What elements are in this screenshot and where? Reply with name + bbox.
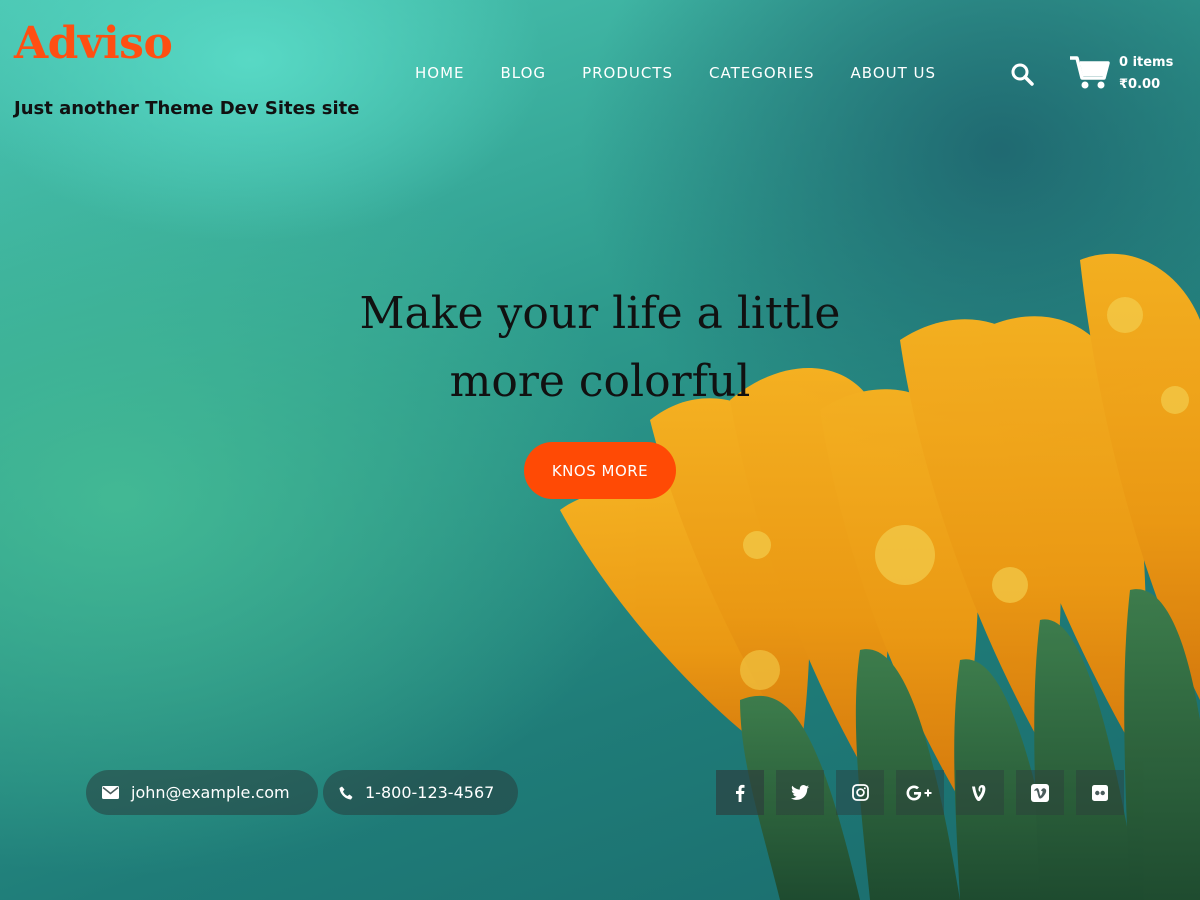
main-navigation: HOME BLOG PRODUCTS CATEGORIES ABOUT US — [415, 64, 972, 82]
search-button[interactable] — [1010, 62, 1034, 86]
google-plus-icon — [906, 785, 932, 800]
phone-icon — [339, 786, 353, 799]
search-icon — [1011, 63, 1034, 86]
instagram-icon — [851, 784, 869, 801]
email-text: john@example.com — [131, 783, 290, 802]
cart-count: 0 items — [1119, 55, 1174, 70]
email-contact[interactable]: john@example.com — [86, 770, 318, 815]
nav-item-home[interactable]: HOME — [415, 64, 465, 82]
site-logo[interactable]: Adviso — [14, 18, 173, 69]
cart-summary: 0 items ₹0.00 — [1119, 52, 1173, 96]
know-more-button[interactable]: KNOS MORE — [524, 442, 676, 499]
nav-item-products[interactable]: PRODUCTS — [582, 64, 673, 82]
vimeo-icon — [1031, 783, 1049, 802]
phone-text: 1-800-123-4567 — [365, 783, 495, 802]
nav-item-blog[interactable]: BLOG — [501, 64, 547, 82]
hero-heading-line-1: Make your life a little — [359, 288, 841, 339]
nav-item-about-us[interactable]: ABOUT US — [851, 64, 937, 82]
envelope-icon — [102, 786, 119, 799]
cart-total: ₹0.00 — [1119, 77, 1161, 92]
hero-heading-line-2: more colorful — [449, 356, 751, 407]
cart-icon — [1070, 56, 1110, 89]
twitter-icon — [791, 785, 809, 800]
facebook-link[interactable] — [716, 770, 764, 815]
social-links — [716, 770, 1136, 815]
cart-widget[interactable]: 0 items ₹0.00 — [1068, 52, 1188, 94]
vine-link[interactable] — [956, 770, 1004, 815]
phone-contact[interactable]: 1-800-123-4567 — [323, 770, 518, 815]
vine-icon — [972, 784, 986, 801]
twitter-link[interactable] — [776, 770, 824, 815]
hero-heading: Make your life a little more colorful — [300, 280, 900, 416]
nav-item-categories[interactable]: CATEGORIES — [709, 64, 815, 82]
site-tagline: Just another Theme Dev Sites site — [14, 98, 360, 119]
flickr-link[interactable] — [1076, 770, 1124, 815]
flickr-icon — [1092, 784, 1108, 801]
facebook-icon — [736, 784, 745, 802]
instagram-link[interactable] — [836, 770, 884, 815]
google-plus-link[interactable] — [896, 770, 944, 815]
vimeo-link[interactable] — [1016, 770, 1064, 815]
